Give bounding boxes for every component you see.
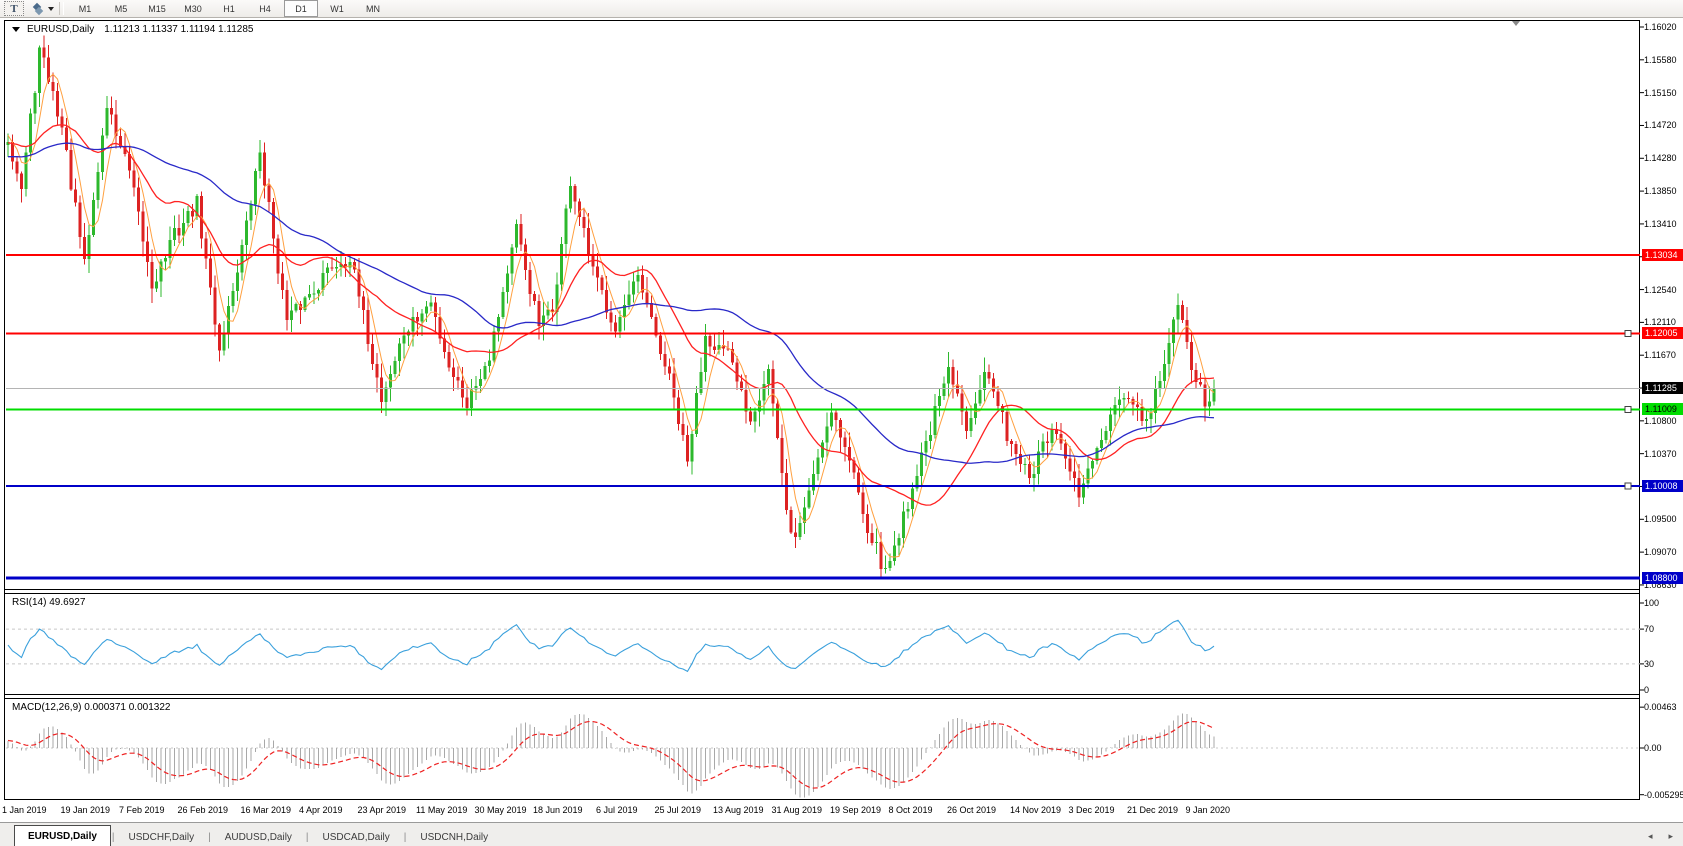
date-axis-label: 26 Feb 2019 [178,805,229,815]
price-axis-tick: 1.12540 [1644,285,1677,295]
chart-graphics [0,0,1683,846]
date-axis-label: 26 Oct 2019 [947,805,996,815]
current-price-box: 1.11285 [1642,382,1683,394]
price-axis-tick: 1.15580 [1644,55,1677,65]
level-price-box: 1.08800 [1642,572,1683,584]
price-axis[interactable]: 1.16020 1.15580 1.15150 1.14720 1.14280 1.138… [1644,20,1683,590]
chart-ohlc-quote: 1.11213 1.11337 1.11194 1.11285 [104,24,253,35]
date-axis-label: 19 Jan 2019 [61,805,111,815]
macd-axis[interactable]: 0.00463 0.00 -0.005295 [1644,698,1683,800]
date-axis-label: 9 Jan 2020 [1186,805,1231,815]
date-axis-label: 31 Aug 2019 [772,805,823,815]
date-axis-label: 18 Jun 2019 [533,805,583,815]
chart-shift-marker-icon[interactable] [1512,21,1520,26]
date-axis-label: 8 Oct 2019 [889,805,933,815]
price-axis-tick: 1.13410 [1644,219,1677,229]
panel-separator[interactable] [4,593,1640,594]
price-axis-tick: 1.14280 [1644,153,1677,163]
trading-app-window: T M1M5M15M30H1H4D1W1MN EURUSD,Daily 1.11… [0,0,1683,846]
date-axis-label: 7 Feb 2019 [119,805,165,815]
price-axis-tick: 1.10800 [1644,416,1677,426]
price-axis-tick: 1.11670 [1644,350,1676,360]
date-axis-label: 23 Apr 2019 [358,805,407,815]
panel-separator[interactable] [4,589,1640,590]
rsi-indicator-label: RSI(14) 49.6927 [12,597,85,608]
date-axis-label: 13 Aug 2019 [713,805,764,815]
macd-indicator-label: MACD(12,26,9) 0.000371 0.001322 [12,702,170,713]
price-axis-tick: 1.14720 [1644,120,1677,130]
price-axis-tick: 1.09500 [1644,514,1677,524]
date-axis[interactable]: 1 Jan 2019 19 Jan 2019 7 Feb 2019 26 Feb 20… [4,800,1640,822]
level-price-box: 1.13034 [1642,249,1683,261]
level-price-box: 1.10008 [1642,480,1683,492]
panel-separator[interactable] [4,698,1640,699]
date-axis-label: 25 Jul 2019 [655,805,702,815]
date-axis-label: 6 Jul 2019 [596,805,638,815]
date-axis-label: 19 Sep 2019 [830,805,881,815]
chart-dropdown-icon[interactable] [12,27,20,32]
macd-axis-tick: 0.00463 [1644,702,1677,712]
date-axis-label: 30 May 2019 [475,805,527,815]
price-axis-tick: 1.13850 [1644,186,1677,196]
price-axis-tick: 1.15150 [1644,88,1677,98]
date-axis-label: 11 May 2019 [416,805,467,815]
chart-symbol-label: EURUSD,Daily [27,24,94,35]
price-axis-tick: 1.16020 [1644,22,1677,32]
rsi-axis-tick: 0 [1644,685,1649,695]
rsi-axis[interactable]: 100 70 30 0 [1644,593,1683,694]
rsi-axis-tick: 100 [1644,598,1659,608]
level-price-box: 1.11009 [1642,403,1683,415]
macd-axis-tick: -0.005295 [1644,790,1683,800]
level-price-box: 1.12005 [1642,327,1683,339]
panel-separator[interactable] [4,694,1640,695]
price-axis-tick: 1.09070 [1644,547,1677,557]
date-axis-label: 3 Dec 2019 [1069,805,1115,815]
price-axis-tick: 1.10370 [1644,449,1677,459]
rsi-axis-tick: 30 [1644,659,1654,669]
price-axis-tick: 1.12110 [1644,317,1676,327]
chart-title: EURUSD,Daily 1.11213 1.11337 1.11194 1.1… [12,24,253,35]
date-axis-label: 21 Dec 2019 [1127,805,1178,815]
date-axis-label: 1 Jan 2019 [2,805,47,815]
rsi-axis-tick: 70 [1644,624,1654,634]
date-axis-label: 4 Apr 2019 [299,805,343,815]
date-axis-label: 14 Nov 2019 [1010,805,1061,815]
date-axis-label: 16 Mar 2019 [241,805,292,815]
macd-axis-tick: 0.00 [1644,743,1662,753]
